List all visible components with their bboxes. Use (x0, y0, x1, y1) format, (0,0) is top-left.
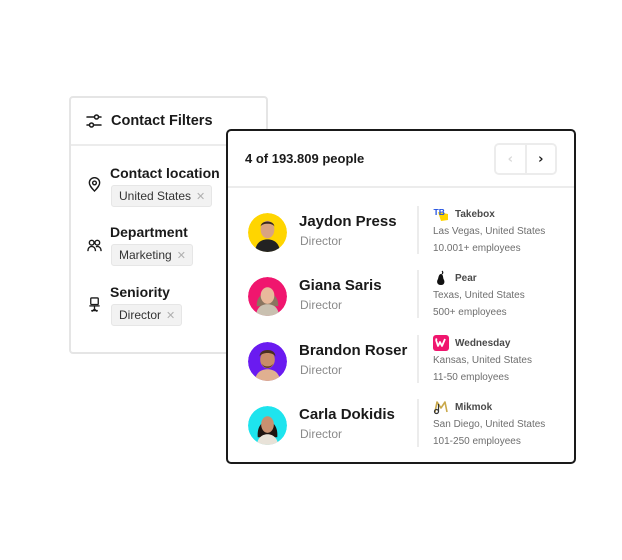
divider (417, 335, 419, 383)
filter-label: Contact location (110, 165, 220, 181)
person-title: Director (300, 363, 343, 377)
person-name[interactable]: Brandon Roser (299, 342, 407, 359)
filter-label: Department (110, 224, 188, 240)
takebox-logo-icon: TB (434, 207, 448, 221)
company-size: 500+ employees (433, 307, 507, 318)
person-row[interactable]: Carla Dokidis Director Mikmok San Diego,… (228, 399, 574, 463)
remove-chip-icon[interactable]: ✕ (196, 190, 205, 203)
chip-label: Marketing (119, 248, 172, 262)
office-chair-icon (89, 297, 100, 312)
person-title: Director (300, 234, 343, 248)
filter-label: Seniority (110, 284, 170, 300)
divider (417, 206, 419, 254)
prev-page-button[interactable]: ‹ (496, 145, 527, 173)
results-count: 4 of 193.809 people (245, 151, 365, 166)
divider (417, 399, 419, 447)
mikmok-logo-icon (433, 401, 448, 415)
person-name[interactable]: Jaydon Press (299, 213, 397, 230)
avatar (248, 342, 287, 381)
person-row[interactable]: Jaydon Press Director TB Takebox Las Veg… (228, 206, 574, 270)
company-size: 11-50 employees (433, 372, 509, 383)
person-name[interactable]: Giana Saris (299, 277, 382, 294)
wednesday-logo-icon (433, 335, 449, 351)
avatar (248, 277, 287, 316)
company-size: 10.001+ employees (433, 243, 521, 254)
people-icon (87, 239, 102, 252)
filter-chip[interactable]: Director ✕ (111, 304, 183, 326)
company-name: Wednesday (455, 338, 511, 349)
people-results-panel: 4 of 193.809 people ‹ › Jaydon Press Dir… (226, 129, 576, 464)
chip-label: Director (119, 308, 162, 322)
person-row[interactable]: Giana Saris Director Pear Texas, United … (228, 270, 574, 334)
filters-title: Contact Filters (111, 113, 213, 129)
filter-chip[interactable]: United States ✕ (111, 185, 213, 207)
pagination: ‹ › (494, 143, 557, 175)
company-location: Kansas, United States (433, 355, 532, 366)
pear-logo-icon (437, 270, 445, 285)
person-name[interactable]: Carla Dokidis (299, 406, 395, 423)
results-header: 4 of 193.809 people ‹ › (228, 131, 574, 188)
person-row[interactable]: Brandon Roser Director Wednesday Kansas,… (228, 335, 574, 399)
chip-label: United States (119, 189, 192, 203)
company-name: Mikmok (455, 402, 493, 413)
next-page-button[interactable]: › (526, 145, 555, 173)
filter-chip[interactable]: Marketing ✕ (111, 244, 193, 266)
divider (417, 270, 419, 318)
remove-chip-icon[interactable]: ✕ (177, 249, 186, 262)
company-name: Pear (455, 273, 477, 284)
person-title: Director (300, 298, 343, 312)
avatar (248, 213, 287, 252)
company-size: 101-250 employees (433, 436, 521, 447)
company-location: Texas, United States (433, 290, 525, 301)
location-pin-icon (88, 177, 101, 192)
remove-chip-icon[interactable]: ✕ (166, 309, 175, 322)
company-name: Takebox (455, 209, 495, 220)
avatar (248, 406, 287, 445)
svg-text:TB: TB (434, 207, 445, 217)
sliders-icon (86, 114, 102, 128)
company-location: Las Vegas, United States (433, 226, 546, 237)
company-location: San Diego, United States (433, 419, 546, 430)
person-title: Director (300, 427, 343, 441)
